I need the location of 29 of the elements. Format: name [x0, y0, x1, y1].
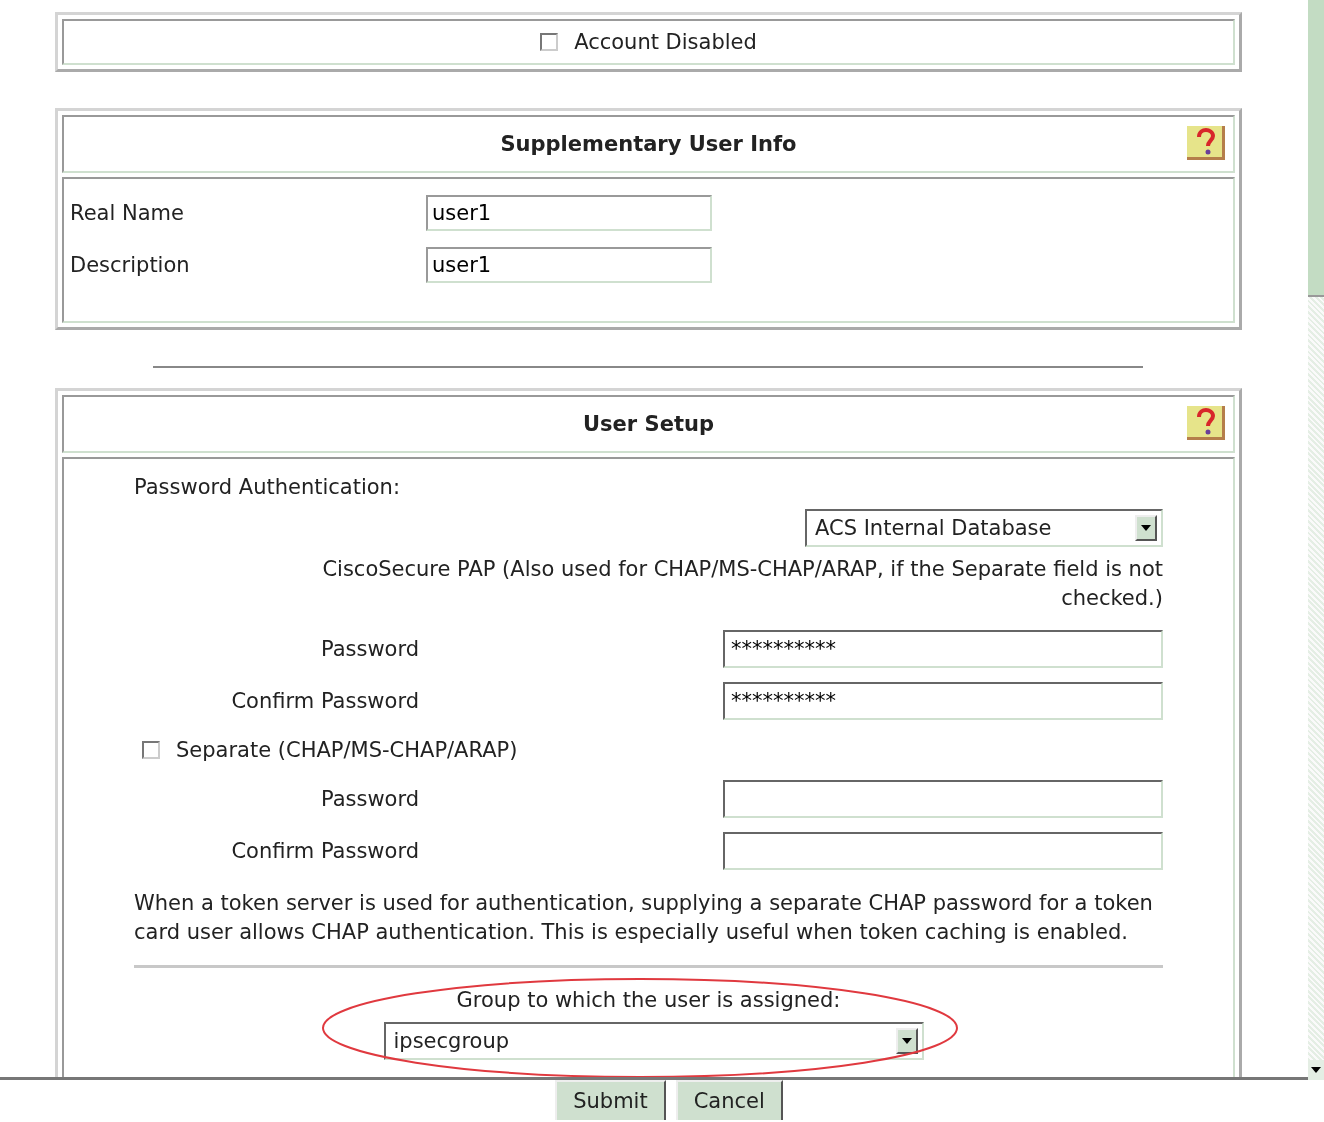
section-title: Supplementary User Info — [500, 132, 797, 156]
authentication-dropdown[interactable]: ACS Internal Database — [805, 509, 1163, 547]
group-label: Group to which the user is assigned: — [456, 988, 841, 1012]
field-label: Confirm Password — [230, 689, 419, 713]
token-note: When a token server is used for authentication, supplying a separate CHAP password for a token card user allows CHAP authentication. This is especially useful when token caching is enabled. — [134, 890, 1154, 946]
password-field[interactable]: ********** — [723, 630, 1163, 668]
field-label: Confirm Password — [230, 839, 419, 863]
field-label: Real Name — [70, 201, 185, 225]
password-field[interactable]: ********** — [723, 682, 1163, 720]
group-dropdown[interactable]: ipsecgroup — [383, 1022, 924, 1060]
text-field[interactable]: user1 — [426, 195, 712, 231]
separate-checkbox[interactable] — [142, 741, 160, 759]
field-label: Password — [319, 787, 419, 811]
pap-note: CiscoSecure PAP (Also used for CHAP/MS-CHAP/ARAP, if the Separate field is not checked.) — [321, 556, 1163, 612]
password-field[interactable] — [723, 780, 1163, 818]
account-disabled-label: Account Disabled — [574, 30, 757, 54]
form-button[interactable]: Cancel — [675, 1080, 783, 1120]
separate-label: Separate (CHAP/MS-CHAP/ARAP) — [176, 738, 518, 762]
section-title: User Setup — [583, 412, 714, 436]
scrollbar-thumb[interactable] — [1308, 0, 1324, 297]
password-authentication-label: Password Authentication: — [134, 475, 401, 499]
form-button[interactable]: Submit — [555, 1080, 666, 1120]
field-label: Description — [70, 253, 191, 277]
password-field[interactable] — [723, 832, 1163, 870]
help-icon[interactable] — [1187, 406, 1225, 440]
scrollbar[interactable] — [1308, 0, 1324, 1080]
field-label: Password — [319, 637, 419, 661]
help-icon[interactable] — [1187, 126, 1225, 160]
text-field[interactable]: user1 — [426, 247, 712, 283]
